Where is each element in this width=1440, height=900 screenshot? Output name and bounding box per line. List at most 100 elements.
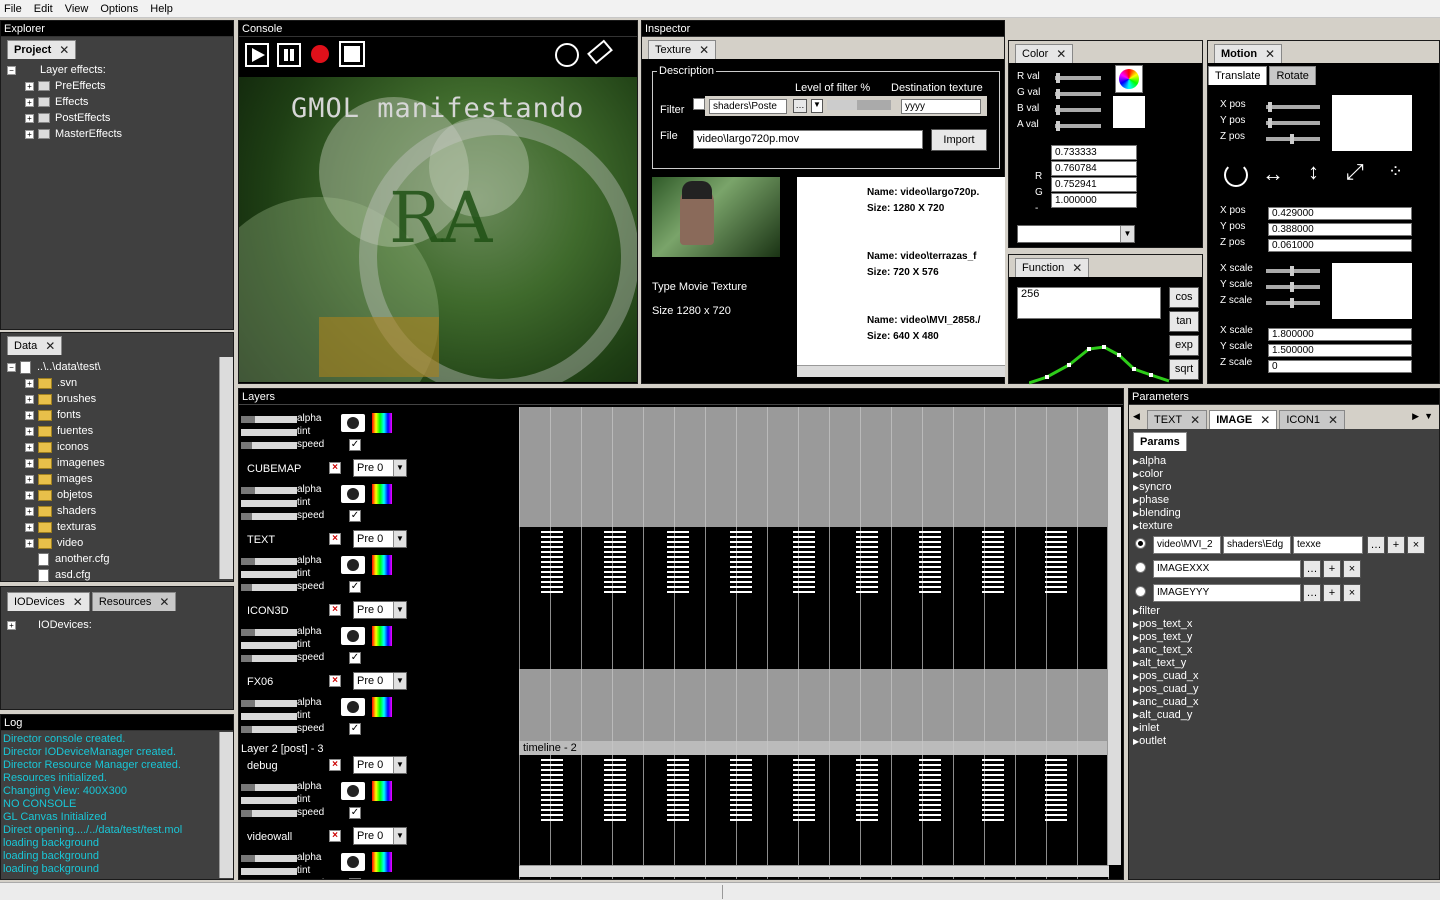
timeline-track[interactable] xyxy=(519,741,1109,755)
color-channel-slider[interactable] xyxy=(1055,105,1101,115)
tree-row[interactable]: + MasterEffects xyxy=(7,126,233,142)
timeline-keyframe[interactable] xyxy=(1045,759,1067,821)
motion-pos-slider[interactable] xyxy=(1266,102,1320,112)
arrows-vertical-icon[interactable]: ↕ xyxy=(1308,159,1319,185)
tree-folder[interactable]: + images xyxy=(7,471,233,487)
color-channel-slider[interactable] xyxy=(1055,121,1101,131)
motion-scale-slider[interactable] xyxy=(1266,298,1320,308)
timeline-keyframe[interactable] xyxy=(541,531,563,593)
tab-icon1[interactable]: ICON1 ✕ xyxy=(1279,410,1345,429)
timeline-keyframe[interactable] xyxy=(793,531,815,593)
chevron-right-icon[interactable]: ▶ xyxy=(1412,411,1419,422)
tree-folder[interactable]: + iconos xyxy=(7,439,233,455)
timeline-track[interactable] xyxy=(519,597,1109,669)
motion-pos-slider[interactable] xyxy=(1266,118,1320,128)
tab-translate[interactable]: Translate xyxy=(1208,66,1268,85)
layer-name[interactable]: TEXT xyxy=(247,534,275,546)
speed-checkbox[interactable]: ✓ xyxy=(349,439,361,451)
timeline-keyframe[interactable] xyxy=(541,759,563,821)
eye-icon[interactable] xyxy=(341,853,365,871)
speed-checkbox[interactable]: ✓ xyxy=(349,652,361,664)
timeline-hscrollbar[interactable] xyxy=(519,865,1109,877)
timeline-keyframe[interactable] xyxy=(919,531,941,593)
eye-icon[interactable] xyxy=(341,698,365,716)
close-icon[interactable]: ✕ xyxy=(1190,411,1200,429)
param-item[interactable]: ▶pos_text_x xyxy=(1133,618,1439,631)
filter-checkbox[interactable] xyxy=(693,98,705,110)
tree-folder[interactable]: + shaders xyxy=(7,503,233,519)
param-item[interactable]: ▶blending xyxy=(1133,507,1439,520)
close-icon[interactable]: × xyxy=(329,462,341,474)
tree-file[interactable]: asd.cfg xyxy=(7,567,233,583)
layer-speed-bar[interactable] xyxy=(241,810,297,817)
param-item[interactable]: ▶anc_cuad_x xyxy=(1133,696,1439,709)
remove-button[interactable]: × xyxy=(1343,560,1361,578)
motion-pos-field[interactable]: 0.061000 xyxy=(1268,239,1412,252)
speed-checkbox[interactable]: ✓ xyxy=(349,581,361,593)
motion-scale-field[interactable]: 1.800000 xyxy=(1268,328,1412,341)
stop-button[interactable] xyxy=(339,41,365,67)
function-exp-button[interactable]: exp xyxy=(1169,335,1199,356)
layer-name[interactable]: FX06 xyxy=(247,676,273,688)
console-viewport[interactable]: RA GMOL manifestando xyxy=(239,77,637,382)
layer-speed-bar[interactable] xyxy=(241,726,297,733)
eye-icon[interactable] xyxy=(341,556,365,574)
timeline-keyframe[interactable] xyxy=(604,759,626,821)
texture-radio[interactable] xyxy=(1135,562,1146,573)
close-icon[interactable]: × xyxy=(329,604,341,616)
dest-texture-field[interactable]: yyyy xyxy=(901,99,981,114)
param-item[interactable]: ▶alt_text_y xyxy=(1133,657,1439,670)
function-tan-button[interactable]: tan xyxy=(1169,311,1199,332)
close-icon[interactable]: ✕ xyxy=(59,41,69,59)
eye-icon[interactable] xyxy=(341,782,365,800)
layer-tint-bar[interactable] xyxy=(241,642,297,649)
tree-folder[interactable]: + brushes xyxy=(7,391,233,407)
tree-folder[interactable]: + video xyxy=(7,535,233,551)
tint-gradient-icon[interactable] xyxy=(372,626,392,646)
tree-folder[interactable]: + fuentes xyxy=(7,423,233,439)
log-scrollbar[interactable] xyxy=(219,732,233,878)
texture-list[interactable]: Name: video\largo720p. Size: 1280 X 720 Na… xyxy=(797,177,1005,377)
layer-alpha-bar[interactable] xyxy=(241,487,297,494)
param-item[interactable]: ▶anc_text_x xyxy=(1133,644,1439,657)
layer-alpha-bar[interactable] xyxy=(241,855,297,862)
layer-speed-bar[interactable] xyxy=(241,442,297,449)
tab-rotate[interactable]: Rotate xyxy=(1269,66,1316,85)
tree-row[interactable]: + IODevices: xyxy=(7,617,233,633)
tint-gradient-icon[interactable] xyxy=(372,697,392,717)
layer-alpha-bar[interactable] xyxy=(241,558,297,565)
close-icon[interactable]: ✕ xyxy=(1328,411,1338,429)
tree-row[interactable]: − Layer effects: xyxy=(7,62,233,78)
tree-folder[interactable]: + fonts xyxy=(7,407,233,423)
close-icon[interactable]: ✕ xyxy=(1265,45,1275,63)
layer-alpha-bar[interactable] xyxy=(241,700,297,707)
close-icon[interactable]: × xyxy=(329,533,341,545)
texture-field[interactable]: IMAGEYYY xyxy=(1153,584,1301,602)
layer-tint-bar[interactable] xyxy=(241,429,297,436)
eye-icon[interactable] xyxy=(341,414,365,432)
import-button[interactable]: Import xyxy=(931,129,987,151)
motion-scale-slider[interactable] xyxy=(1266,266,1320,276)
tab-text[interactable]: TEXT ✕ xyxy=(1147,410,1208,429)
layer-alpha-bar[interactable] xyxy=(241,784,297,791)
timeline-keyframe[interactable] xyxy=(793,759,815,821)
arrows-horizontal-icon[interactable]: ↔ xyxy=(1262,161,1284,187)
motion-scale-field[interactable]: 1.500000 xyxy=(1268,344,1412,357)
close-icon[interactable]: ✕ xyxy=(45,337,55,355)
menu-view[interactable]: View xyxy=(65,3,89,15)
close-icon[interactable]: ✕ xyxy=(1056,45,1066,63)
function-cos-button[interactable]: cos xyxy=(1169,287,1199,308)
tint-gradient-icon[interactable] xyxy=(372,555,392,575)
menu-help[interactable]: Help xyxy=(150,3,173,15)
layer-speed-bar[interactable] xyxy=(241,513,297,520)
timeline-keyframe[interactable] xyxy=(856,531,878,593)
speed-checkbox[interactable]: ✓ xyxy=(349,878,361,879)
function-field[interactable]: 256 xyxy=(1017,287,1161,319)
timeline-keyframe[interactable] xyxy=(982,759,1004,821)
tab-color[interactable]: Color ✕ xyxy=(1015,44,1074,63)
tint-gradient-icon[interactable] xyxy=(372,484,392,504)
filter-level-slider[interactable] xyxy=(827,100,891,110)
timeline-scrollbar[interactable] xyxy=(1107,407,1121,865)
record-button[interactable] xyxy=(311,45,329,63)
eraser-icon[interactable] xyxy=(587,39,613,65)
